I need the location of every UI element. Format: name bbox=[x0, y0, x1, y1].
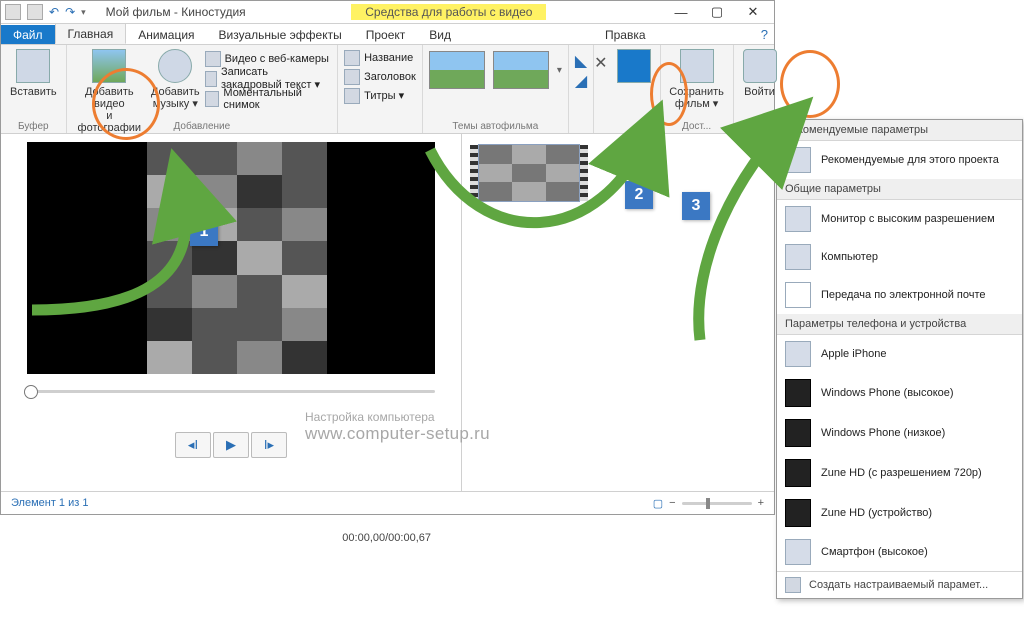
computer-icon bbox=[785, 244, 811, 270]
webcam-icon bbox=[205, 51, 221, 67]
delete-button[interactable]: ✕ bbox=[594, 53, 607, 73]
window-title: Мой фильм - Киностудия bbox=[106, 5, 246, 19]
title-icon bbox=[344, 50, 360, 66]
tab-view[interactable]: Вид bbox=[417, 25, 463, 44]
qat-dropdown-icon[interactable]: ▾ bbox=[81, 7, 86, 18]
save-movie-dropdown: Рекомендуемые параметры Рекомендуемые дл… bbox=[776, 119, 1023, 599]
tab-project[interactable]: Проект bbox=[354, 25, 418, 44]
view-toggle-icon[interactable]: ▢ bbox=[653, 497, 663, 510]
quick-access-toolbar: ↶ ↷ ▾ bbox=[5, 4, 86, 20]
theme-thumb-1[interactable] bbox=[429, 51, 485, 89]
dd-header-common: Общие параметры bbox=[777, 179, 1022, 200]
dd-item-smartphone-high[interactable]: Смартфон (высокое) bbox=[777, 533, 1022, 571]
phone-icon bbox=[785, 459, 811, 487]
onedrive-icon bbox=[617, 49, 651, 83]
tab-animation[interactable]: Анимация bbox=[126, 25, 206, 44]
next-frame-button[interactable]: І▸ bbox=[251, 432, 287, 458]
monitor-icon bbox=[785, 206, 811, 232]
zoom-control[interactable]: ▢ − + bbox=[653, 497, 764, 510]
dd-item-email[interactable]: Передача по электронной почте bbox=[777, 276, 1022, 314]
zoom-out-icon[interactable]: − bbox=[669, 497, 675, 509]
annotation-marker-1: 1 bbox=[190, 218, 218, 246]
redo-icon[interactable]: ↷ bbox=[65, 5, 75, 19]
clip-thumbnail[interactable] bbox=[478, 144, 580, 202]
narration-button[interactable]: Записать закадровый текст ▾ bbox=[205, 69, 332, 88]
titlebar: ↶ ↷ ▾ Мой фильм - Киностудия Средства дл… bbox=[1, 1, 774, 24]
save-icon[interactable] bbox=[27, 4, 43, 20]
undo-icon[interactable]: ↶ bbox=[49, 5, 59, 19]
tab-file[interactable]: Файл bbox=[1, 25, 55, 44]
app-icon bbox=[5, 4, 21, 20]
play-button[interactable]: ▶ bbox=[213, 432, 249, 458]
smartphone-icon bbox=[785, 539, 811, 565]
paste-button[interactable]: Вставить bbox=[7, 47, 60, 100]
phone-icon bbox=[785, 379, 811, 407]
dd-item-iphone[interactable]: Apple iPhone bbox=[777, 335, 1022, 373]
annotation-marker-3: 3 bbox=[682, 192, 710, 220]
mail-icon bbox=[785, 282, 811, 308]
dd-item-recommended[interactable]: Рекомендуемые для этого проекта bbox=[777, 141, 1022, 179]
playback-controls: ◂І ▶ І▸ bbox=[175, 432, 287, 458]
annotation-ring-2 bbox=[650, 62, 688, 126]
signin-button[interactable]: Войти bbox=[740, 47, 780, 100]
tab-effects[interactable]: Визуальные эффекты bbox=[207, 25, 354, 44]
music-icon bbox=[158, 49, 192, 83]
minimize-button[interactable]: — bbox=[664, 3, 698, 21]
dd-item-computer[interactable]: Компьютер bbox=[777, 238, 1022, 276]
rotate-right-icon[interactable]: ◢ bbox=[575, 71, 587, 91]
dd-item-wp-low[interactable]: Windows Phone (низкое) bbox=[777, 413, 1022, 453]
user-icon bbox=[743, 49, 777, 83]
dd-custom-settings[interactable]: Создать настраиваемый парамет... bbox=[777, 571, 1022, 598]
camera-icon bbox=[205, 91, 220, 107]
zoom-in-icon[interactable]: + bbox=[758, 497, 764, 509]
close-button[interactable]: ✕ bbox=[736, 3, 770, 21]
caption-icon bbox=[344, 69, 360, 85]
iphone-icon bbox=[785, 341, 811, 367]
phone-icon bbox=[785, 419, 811, 447]
ribbon-tabs: Файл Главная Анимация Визуальные эффекты… bbox=[1, 24, 774, 45]
zoom-slider[interactable] bbox=[682, 502, 752, 505]
film-icon bbox=[785, 147, 811, 173]
preview-pane: 00:00,00/00:00,67 ◂І ▶ І▸ bbox=[1, 134, 462, 491]
workarea: 00:00,00/00:00,67 ◂І ▶ І▸ bbox=[1, 134, 774, 491]
video-preview[interactable] bbox=[27, 142, 435, 374]
phone-icon bbox=[785, 499, 811, 527]
annotation-marker-2: 2 bbox=[625, 181, 653, 209]
dd-header-recommended: Рекомендуемые параметры bbox=[777, 120, 1022, 141]
status-text: Элемент 1 из 1 bbox=[11, 497, 88, 509]
seek-knob[interactable] bbox=[24, 385, 38, 399]
title-button[interactable]: Название bbox=[344, 48, 413, 67]
rotate-left-icon[interactable]: ◣ bbox=[575, 51, 587, 71]
timecode: 00:00,00/00:00,67 bbox=[342, 532, 431, 544]
tab-home[interactable]: Главная bbox=[55, 23, 127, 44]
annotation-ring-1 bbox=[92, 68, 160, 140]
status-bar: Элемент 1 из 1 ▢ − + bbox=[1, 491, 774, 514]
gallery-more-icon[interactable]: ▾ bbox=[557, 65, 562, 76]
help-icon[interactable]: ? bbox=[761, 27, 768, 42]
dd-item-hd-monitor[interactable]: Монитор с высоким разрешением bbox=[777, 200, 1022, 238]
tab-edit[interactable]: Правка bbox=[593, 25, 658, 44]
prev-frame-button[interactable]: ◂І bbox=[175, 432, 211, 458]
autothemes-gallery[interactable]: ▾ bbox=[429, 47, 562, 89]
seek-slider[interactable] bbox=[27, 384, 435, 398]
maximize-button[interactable]: ▢ bbox=[700, 3, 734, 21]
annotation-ring-3 bbox=[780, 50, 840, 118]
credits-button[interactable]: Титры ▾ bbox=[344, 86, 404, 105]
onedrive-button[interactable] bbox=[614, 47, 654, 88]
gear-icon bbox=[785, 577, 801, 593]
caption-button[interactable]: Заголовок bbox=[344, 67, 416, 86]
dd-item-wp-high[interactable]: Windows Phone (высокое) bbox=[777, 373, 1022, 413]
snapshot-button[interactable]: Моментальный снимок bbox=[205, 89, 332, 108]
mic-icon bbox=[205, 71, 217, 87]
context-tab-label: Средства для работы с видео bbox=[351, 4, 546, 20]
dd-item-zune-720p[interactable]: Zune HD (с разрешением 720p) bbox=[777, 453, 1022, 493]
credits-icon bbox=[344, 88, 360, 104]
paste-icon bbox=[16, 49, 50, 83]
timeline-pane[interactable] bbox=[462, 134, 774, 491]
group-themes: Темы автофильма bbox=[423, 121, 568, 132]
theme-thumb-2[interactable] bbox=[493, 51, 549, 89]
dd-item-zune-device[interactable]: Zune HD (устройство) bbox=[777, 493, 1022, 533]
group-buffer: Буфер bbox=[1, 121, 66, 132]
dd-header-device: Параметры телефона и устройства bbox=[777, 314, 1022, 335]
